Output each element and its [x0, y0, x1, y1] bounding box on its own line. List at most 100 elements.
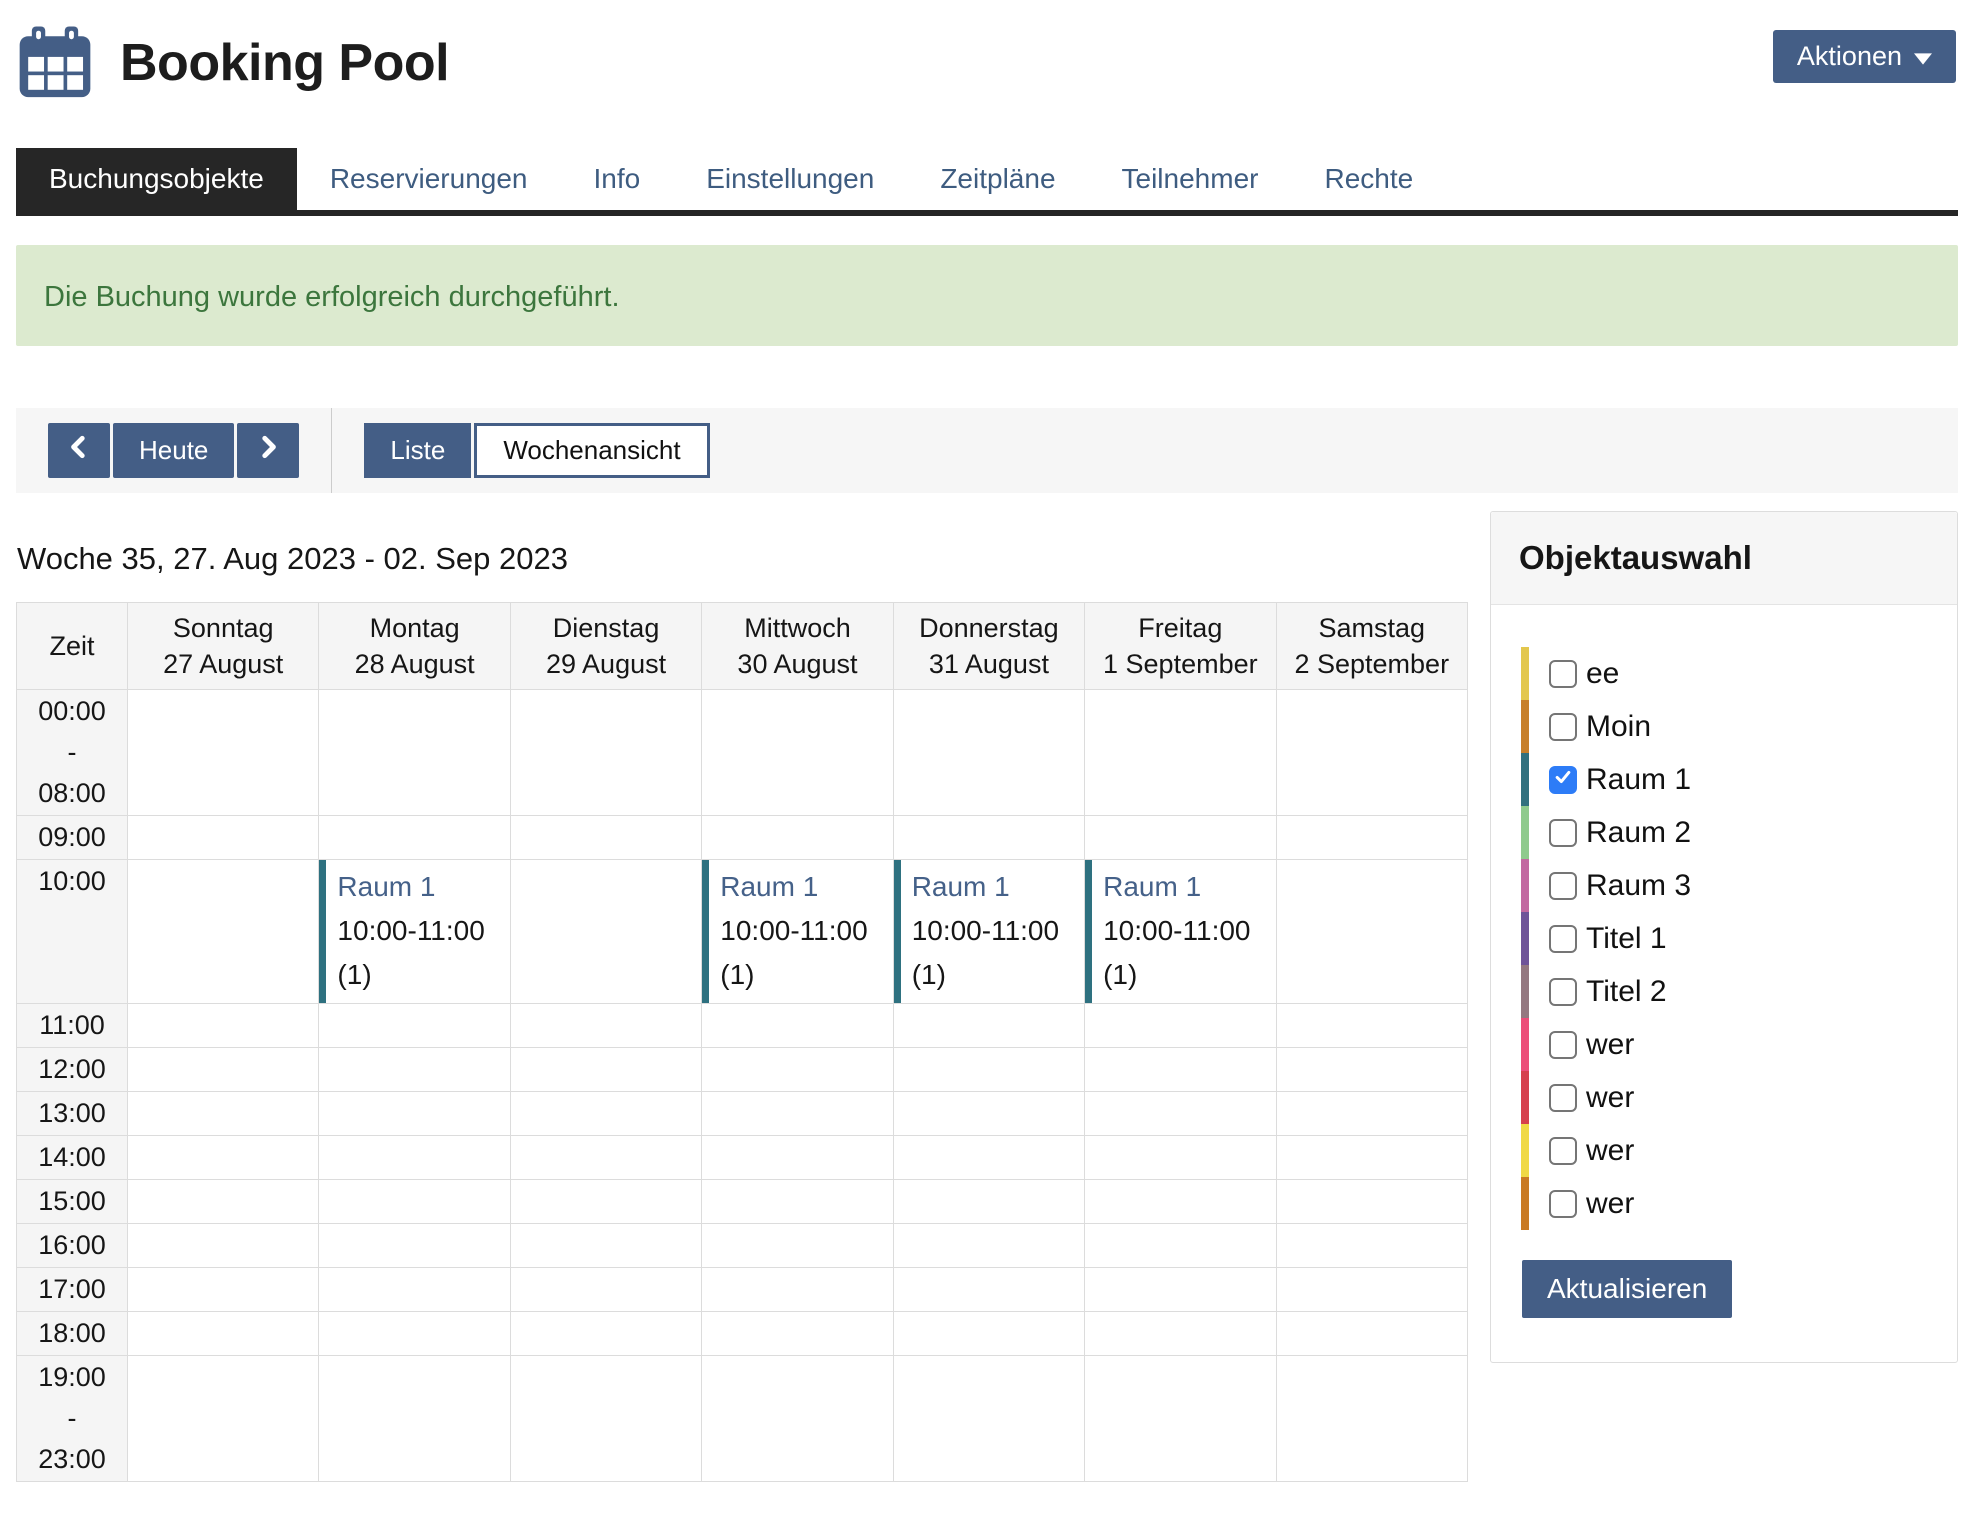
- object-checkbox[interactable]: [1549, 978, 1577, 1006]
- booking-event[interactable]: Raum 110:00-11:00(1): [319, 860, 509, 1003]
- object-item[interactable]: wer: [1521, 1177, 1929, 1230]
- tab-teilnehmer[interactable]: Teilnehmer: [1089, 148, 1292, 210]
- calendar-cell[interactable]: [510, 1356, 701, 1482]
- calendar-cell[interactable]: [702, 1048, 893, 1092]
- calendar-cell[interactable]: [702, 690, 893, 816]
- calendar-cell[interactable]: [510, 1004, 701, 1048]
- calendar-cell[interactable]: Raum 110:00-11:00(1): [893, 860, 1084, 1004]
- calendar-cell[interactable]: [1276, 860, 1467, 1004]
- calendar-cell[interactable]: [128, 690, 319, 816]
- object-checkbox[interactable]: [1549, 713, 1577, 741]
- calendar-cell[interactable]: [1276, 1180, 1467, 1224]
- calendar-cell[interactable]: [1085, 1224, 1276, 1268]
- calendar-cell[interactable]: [510, 1268, 701, 1312]
- calendar-cell[interactable]: [893, 1312, 1084, 1356]
- object-checkbox[interactable]: [1549, 766, 1577, 794]
- calendar-cell[interactable]: [319, 1268, 510, 1312]
- calendar-cell[interactable]: [1276, 1224, 1467, 1268]
- calendar-cell[interactable]: [128, 860, 319, 1004]
- calendar-cell[interactable]: [1085, 1180, 1276, 1224]
- booking-event[interactable]: Raum 110:00-11:00(1): [702, 860, 892, 1003]
- calendar-cell[interactable]: [128, 1268, 319, 1312]
- calendar-cell[interactable]: [1276, 690, 1467, 816]
- calendar-cell[interactable]: [128, 1180, 319, 1224]
- object-item[interactable]: Raum 1: [1521, 753, 1929, 806]
- calendar-cell[interactable]: [510, 816, 701, 860]
- view-toggle-liste[interactable]: Liste: [364, 423, 471, 478]
- calendar-cell[interactable]: [1276, 1268, 1467, 1312]
- calendar-cell[interactable]: [1276, 1136, 1467, 1180]
- object-item[interactable]: Moin: [1521, 700, 1929, 753]
- calendar-cell[interactable]: [702, 1136, 893, 1180]
- object-checkbox[interactable]: [1549, 1190, 1577, 1218]
- calendar-cell[interactable]: [702, 1004, 893, 1048]
- object-checkbox[interactable]: [1549, 872, 1577, 900]
- object-checkbox[interactable]: [1549, 925, 1577, 953]
- object-item[interactable]: wer: [1521, 1071, 1929, 1124]
- object-checkbox[interactable]: [1549, 660, 1577, 688]
- calendar-cell[interactable]: [702, 1312, 893, 1356]
- calendar-cell[interactable]: [893, 1356, 1084, 1482]
- calendar-cell[interactable]: [510, 1312, 701, 1356]
- calendar-cell[interactable]: [319, 1004, 510, 1048]
- tab-zeitplaene[interactable]: Zeitpläne: [907, 148, 1088, 210]
- object-item[interactable]: Raum 3: [1521, 859, 1929, 912]
- booking-event[interactable]: Raum 110:00-11:00(1): [1085, 860, 1275, 1003]
- next-week-button[interactable]: [237, 423, 299, 478]
- calendar-cell[interactable]: [1085, 1312, 1276, 1356]
- calendar-cell[interactable]: [702, 1268, 893, 1312]
- tab-info[interactable]: Info: [561, 148, 674, 210]
- calendar-cell[interactable]: [1276, 816, 1467, 860]
- calendar-cell[interactable]: [319, 690, 510, 816]
- calendar-cell[interactable]: [128, 816, 319, 860]
- calendar-cell[interactable]: [1276, 1356, 1467, 1482]
- calendar-cell[interactable]: [1085, 1136, 1276, 1180]
- object-item[interactable]: wer: [1521, 1018, 1929, 1071]
- object-checkbox[interactable]: [1549, 1031, 1577, 1059]
- calendar-cell[interactable]: [1085, 1004, 1276, 1048]
- object-item[interactable]: Titel 2: [1521, 965, 1929, 1018]
- tab-reservierungen[interactable]: Reservierungen: [297, 148, 561, 210]
- calendar-cell[interactable]: [893, 1224, 1084, 1268]
- object-checkbox[interactable]: [1549, 1084, 1577, 1112]
- tab-rechte[interactable]: Rechte: [1291, 148, 1446, 210]
- calendar-cell[interactable]: [702, 1224, 893, 1268]
- calendar-cell[interactable]: [1276, 1048, 1467, 1092]
- object-item[interactable]: wer: [1521, 1124, 1929, 1177]
- calendar-cell[interactable]: [319, 1136, 510, 1180]
- object-item[interactable]: Raum 2: [1521, 806, 1929, 859]
- calendar-cell[interactable]: [1085, 1048, 1276, 1092]
- calendar-cell[interactable]: Raum 110:00-11:00(1): [702, 860, 893, 1004]
- calendar-cell[interactable]: [319, 816, 510, 860]
- calendar-cell[interactable]: [702, 1092, 893, 1136]
- calendar-cell[interactable]: [702, 816, 893, 860]
- calendar-cell[interactable]: [510, 1180, 701, 1224]
- calendar-cell[interactable]: [1085, 1268, 1276, 1312]
- calendar-cell[interactable]: [510, 1092, 701, 1136]
- tab-buchungsobjekte[interactable]: Buchungsobjekte: [16, 148, 297, 210]
- object-item[interactable]: Titel 1: [1521, 912, 1929, 965]
- calendar-cell[interactable]: [893, 1004, 1084, 1048]
- calendar-cell[interactable]: [319, 1048, 510, 1092]
- calendar-cell[interactable]: [128, 1224, 319, 1268]
- calendar-cell[interactable]: [1085, 1092, 1276, 1136]
- today-button[interactable]: Heute: [113, 423, 234, 478]
- calendar-cell[interactable]: [1085, 1356, 1276, 1482]
- calendar-cell[interactable]: [893, 1268, 1084, 1312]
- calendar-cell[interactable]: [128, 1004, 319, 1048]
- calendar-cell[interactable]: [128, 1356, 319, 1482]
- calendar-cell[interactable]: [128, 1312, 319, 1356]
- calendar-cell[interactable]: [510, 1048, 701, 1092]
- calendar-cell[interactable]: [1276, 1312, 1467, 1356]
- calendar-cell[interactable]: [510, 690, 701, 816]
- calendar-cell[interactable]: [893, 1136, 1084, 1180]
- calendar-cell[interactable]: [128, 1092, 319, 1136]
- calendar-cell[interactable]: [702, 1356, 893, 1482]
- calendar-cell[interactable]: [893, 1048, 1084, 1092]
- update-button[interactable]: Aktualisieren: [1522, 1260, 1732, 1318]
- calendar-cell[interactable]: [319, 1356, 510, 1482]
- calendar-cell[interactable]: Raum 110:00-11:00(1): [1085, 860, 1276, 1004]
- actions-button[interactable]: Aktionen: [1773, 30, 1956, 83]
- object-checkbox[interactable]: [1549, 1137, 1577, 1165]
- calendar-cell[interactable]: [319, 1092, 510, 1136]
